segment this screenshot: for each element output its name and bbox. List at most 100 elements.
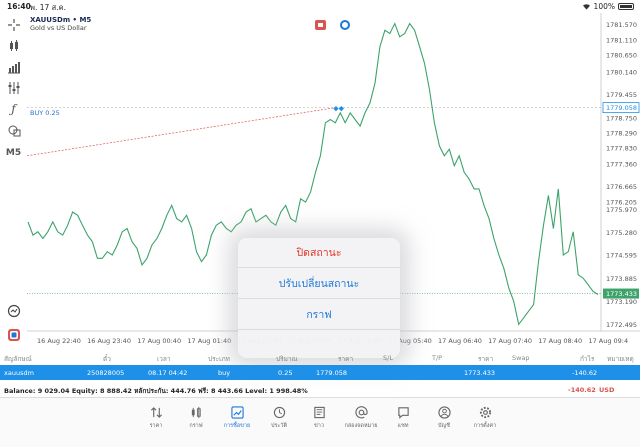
profit-currency: USD — [599, 386, 615, 394]
col-volume: ปริมาณ — [276, 355, 298, 363]
battery-icon — [618, 3, 634, 10]
tab-news[interactable]: ข่าว — [299, 406, 339, 436]
x-tick-label: 17 Aug 06:40 — [438, 337, 482, 345]
y-tick-label: 1776.665 — [606, 183, 637, 191]
y-tick-label: 1777.360 — [606, 160, 637, 168]
entry-marker: ◆◆ — [333, 105, 344, 113]
position-row[interactable]: xauusdm 250828005 08.17 04:42 buy 0.25 1… — [0, 365, 640, 380]
y-tick-label: 1775.970 — [606, 206, 637, 214]
left-toolbar: ƒ M5 — [0, 13, 27, 358]
tab-news-label: ข่าว — [314, 423, 324, 429]
y-tick-label: 1774.595 — [606, 252, 637, 260]
trading-signals-icon[interactable] — [5, 303, 22, 318]
positions-header: สัญลักษณ์ ตั๋ว เวลา ประเภท ปริมาณ ราคา S… — [0, 351, 640, 365]
col-ticket: ตั๋ว — [103, 355, 111, 363]
status-time: 16:40 — [7, 2, 31, 11]
x-tick-label: 17 Aug 09:4 — [588, 337, 628, 345]
x-tick-label: 16 Aug 22:40 — [37, 337, 81, 345]
row-symbol: xauusdm — [4, 369, 34, 377]
function-icon[interactable]: ƒ — [5, 101, 22, 116]
order-level-label[interactable]: BUY 0.25 — [30, 109, 60, 117]
tab-trade[interactable]: การซื้อขาย — [217, 406, 257, 436]
chart-symbol: XAUUSDm • M5 — [30, 16, 92, 24]
chart-icon — [191, 406, 201, 419]
x-tick-label: 17 Aug 00:40 — [137, 337, 181, 345]
tab-account[interactable]: บัญชี — [424, 406, 464, 436]
y-tick-label: 1779.455 — [606, 91, 637, 99]
tab-chat-label: แชท — [397, 423, 409, 429]
crosshair-icon[interactable] — [5, 17, 22, 32]
col-comment: หมายเหตุ — [607, 355, 634, 363]
tab-chat[interactable]: แชท — [383, 406, 423, 436]
mailbox-icon — [354, 406, 368, 419]
x-tick-label: 17 Aug 08:40 — [538, 337, 582, 345]
y-tick-label: 1781.110 — [606, 36, 637, 44]
tab-chart-label: กราฟ — [189, 423, 203, 429]
chat-icon — [397, 407, 409, 419]
tab-trade-label: การซื้อขาย — [223, 423, 251, 429]
tab-history[interactable]: ประวัติ — [259, 406, 299, 436]
history-icon — [273, 406, 285, 419]
battery-percent: 100% — [593, 2, 615, 11]
buy-price-tag-label: 1779.058 — [606, 104, 637, 112]
col-swap: Swap — [512, 354, 530, 362]
account-summary: Balance: 9 029.04 Equity: 8 888.42 หลักป… — [0, 381, 640, 398]
order-trend-line — [26, 107, 336, 157]
tab-chart[interactable]: กราฟ — [176, 406, 216, 436]
col-time: เวลา — [157, 355, 171, 363]
trade-icon — [230, 406, 244, 419]
tab-mailbox[interactable]: กล่องจดหมาย — [341, 406, 381, 436]
x-tick-label: 17 Aug 07:40 — [488, 337, 532, 345]
account-icon — [437, 406, 451, 419]
one-click-trading-icon[interactable] — [5, 327, 22, 342]
tab-mailbox-label: กล่องจดหมาย — [344, 423, 378, 429]
chart-item[interactable]: กราฟ — [238, 300, 400, 330]
close-position-item[interactable]: ปิดสถานะ — [238, 238, 400, 268]
y-tick-label: 1775.280 — [606, 229, 637, 237]
chart-item-label: กราฟ — [306, 309, 332, 321]
row-time: 08.17 04:42 — [148, 369, 188, 377]
wifi-icon — [582, 4, 590, 10]
quotes-icon — [150, 407, 162, 418]
y-tick-label: 1773.190 — [606, 298, 637, 306]
settings-icon — [479, 406, 491, 419]
col-profit: กำไร — [580, 355, 595, 363]
tab-quotes[interactable]: ราคา — [136, 406, 176, 436]
col-symbol: สัญลักษณ์ — [4, 355, 32, 363]
row-open-price: 1779.058 — [316, 369, 348, 377]
col-tp: T/P — [432, 354, 443, 362]
col-type: ประเภท — [208, 355, 230, 363]
close-position-label: ปิดสถานะ — [296, 247, 342, 259]
modify-position-label: ปรับเปลี่ยนสถานะ — [278, 278, 360, 290]
col-current-price: ราคา — [478, 355, 494, 363]
timeframe-button[interactable]: M5 — [5, 145, 22, 160]
y-tick-label: 1772.495 — [606, 321, 637, 329]
sell-quick-button[interactable] — [315, 20, 326, 30]
tab-settings[interactable]: การตั้งค่า — [465, 406, 505, 436]
tab-history-label: ประวัติ — [270, 423, 288, 429]
y-tick-label: 1780.140 — [606, 68, 637, 76]
row-type: buy — [218, 369, 231, 377]
chart-description: Gold vs US Dollar — [30, 24, 87, 32]
status-bar: 16:40 พ. 17 ส.ค. 100% — [0, 0, 640, 13]
row-volume: 0.25 — [278, 369, 293, 377]
row-profit: -140.62 — [572, 369, 598, 377]
col-sl: S/L — [383, 354, 393, 362]
row-current-price: 1773.433 — [464, 369, 496, 377]
tab-account-label: บัญชี — [438, 423, 450, 429]
news-icon — [313, 406, 325, 419]
chart-toggle-icon[interactable] — [340, 20, 350, 30]
y-tick-label: 1781.570 — [606, 21, 637, 29]
bars-icon[interactable] — [5, 59, 22, 74]
y-tick-label: 1780.650 — [606, 52, 637, 60]
col-price: ราคา — [338, 355, 354, 363]
tab-settings-label: การตั้งค่า — [473, 423, 497, 429]
y-tick-label: 1777.830 — [606, 145, 637, 153]
row-ticket: 250828005 — [87, 369, 125, 377]
position-context-menu: ปิดสถานะ ปรับเปลี่ยนสถานะ กราฟ — [238, 238, 400, 358]
candles-icon[interactable] — [5, 38, 22, 53]
modify-position-item[interactable]: ปรับเปลี่ยนสถานะ — [238, 269, 400, 299]
objects-icon[interactable] — [5, 122, 22, 137]
x-tick-label: 16 Aug 23:40 — [87, 337, 131, 345]
indicators-icon[interactable] — [5, 80, 22, 95]
